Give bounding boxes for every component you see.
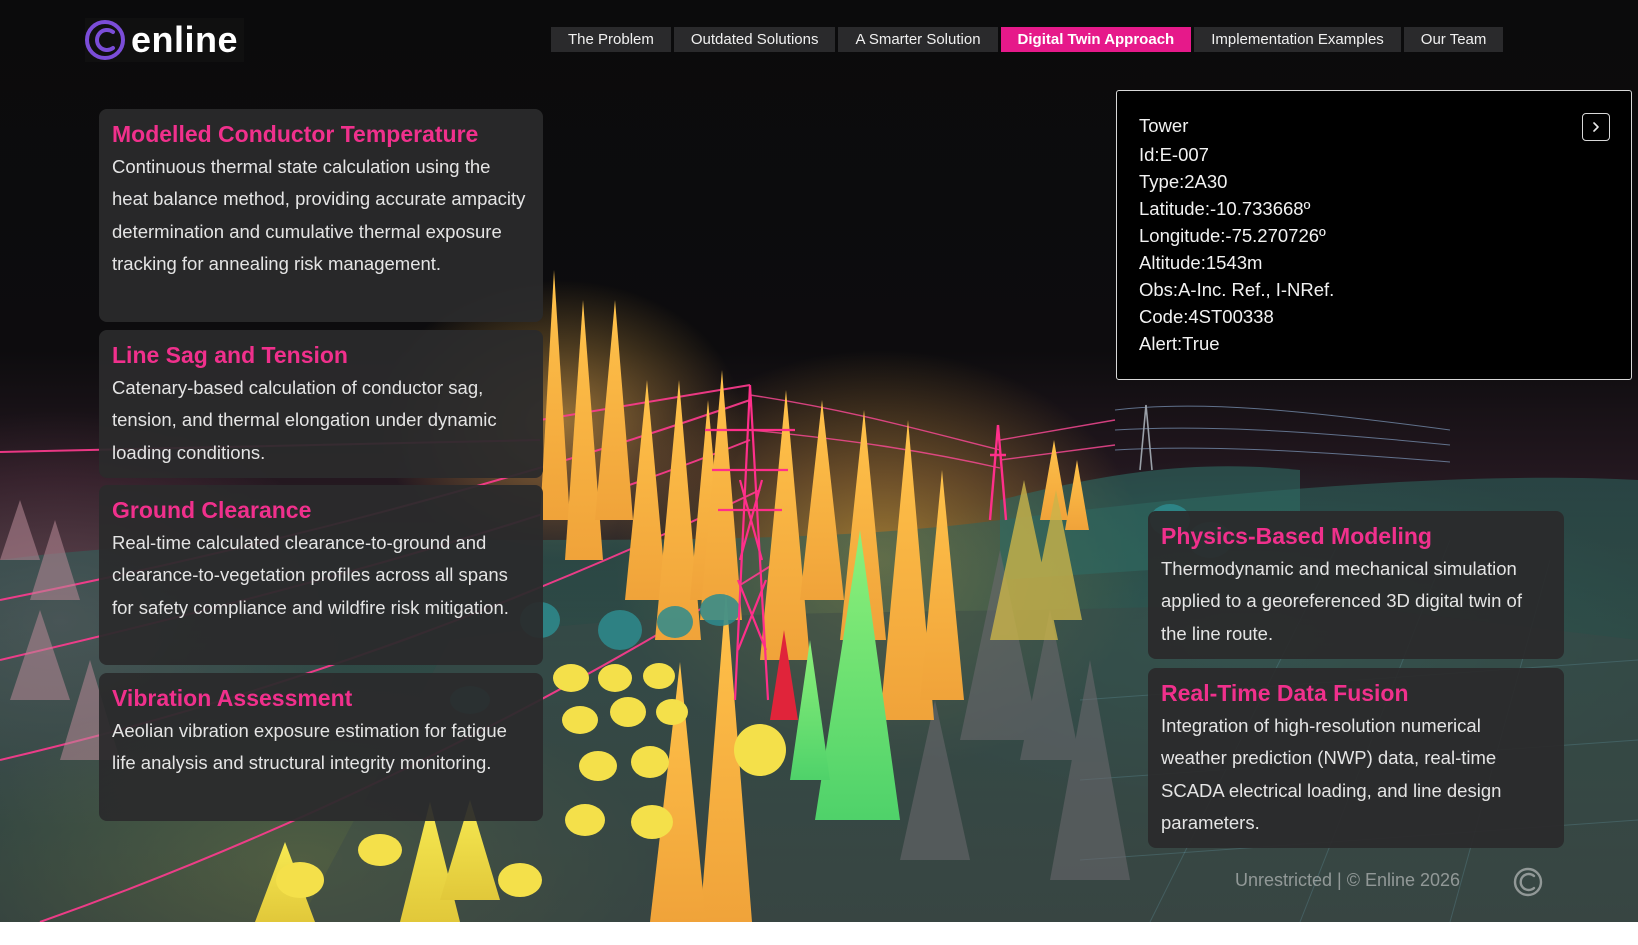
card-ground-clearance: Ground Clearance Real-time calculated cl… bbox=[99, 485, 543, 665]
enline-footer-logo-icon bbox=[1513, 867, 1543, 897]
tower-info-longitude: Longitude:-75.270726º bbox=[1139, 225, 1326, 246]
footer-copyright: Unrestricted | © Enline 2026 bbox=[1235, 870, 1461, 890]
card-title: Ground Clearance bbox=[112, 497, 312, 523]
enline-logo[interactable]: enline bbox=[85, 18, 245, 62]
nav-tab-our-team[interactable]: Our Team bbox=[1403, 27, 1504, 52]
nav-tab-the-problem[interactable]: The Problem bbox=[551, 27, 671, 52]
card-body: Continuous thermal state calculation usi… bbox=[112, 156, 526, 275]
card-title: Line Sag and Tension bbox=[112, 342, 348, 368]
tower-info-latitude: Latitude:-10.733668º bbox=[1139, 198, 1311, 219]
card-body: Catenary-based calculation of conductor … bbox=[112, 377, 497, 463]
tower-info-altitude: Altitude:1543m bbox=[1139, 252, 1263, 273]
tower-info-heading: Tower bbox=[1139, 115, 1189, 136]
card-title: Vibration Assessment bbox=[112, 685, 353, 711]
chevron-right-icon bbox=[1593, 122, 1599, 132]
card-title: Physics-Based Modeling bbox=[1161, 523, 1432, 549]
tower-info-alert: Alert:True bbox=[1139, 333, 1220, 354]
card-modelled-conductor-temperature: Modelled Conductor Temperature Continuou… bbox=[99, 109, 543, 322]
card-real-time-data-fusion: Real-Time Data Fusion Integration of hig… bbox=[1148, 668, 1564, 848]
brand-name: enline bbox=[131, 19, 239, 60]
card-title: Modelled Conductor Temperature bbox=[112, 121, 479, 147]
card-title: Real-Time Data Fusion bbox=[1161, 680, 1409, 706]
nav-tab-implementation-examples[interactable]: Implementation Examples bbox=[1194, 27, 1401, 52]
card-body: Aeolian vibration exposure estimation fo… bbox=[112, 720, 507, 774]
nav-tab-digital-twin-approach[interactable]: Digital Twin Approach bbox=[1000, 27, 1192, 52]
nav-tab-outdated-solutions[interactable]: Outdated Solutions bbox=[673, 27, 836, 52]
tower-info-panel: Tower Id:E-007 Type:2A30 Latitude:-10.73… bbox=[1116, 90, 1632, 380]
card-body: Thermodynamic and mechanical simulation … bbox=[1161, 558, 1522, 644]
tower-info-obs: Obs:A-Inc. Ref., I-NRef. bbox=[1139, 279, 1335, 300]
top-nav: The Problem Outdated Solutions A Smarter… bbox=[551, 27, 1504, 52]
expand-panel-button[interactable] bbox=[1582, 113, 1610, 141]
card-line-sag-and-tension: Line Sag and Tension Catenary-based calc… bbox=[99, 330, 543, 478]
tower-info-type: Type:2A30 bbox=[1139, 171, 1228, 192]
card-vibration-assessment: Vibration Assessment Aeolian vibration e… bbox=[99, 673, 543, 821]
card-physics-based-modeling: Physics-Based Modeling Thermodynamic and… bbox=[1148, 511, 1564, 659]
tower-info-id: Id:E-007 bbox=[1139, 144, 1209, 165]
card-body: Real-time calculated clearance-to-ground… bbox=[112, 532, 509, 618]
card-body: Integration of high-resolution numerical… bbox=[1161, 715, 1502, 834]
tower-info-code: Code:4ST00338 bbox=[1139, 306, 1274, 327]
enline-logo-mark-icon bbox=[85, 20, 125, 60]
nav-tab-a-smarter-solution[interactable]: A Smarter Solution bbox=[838, 27, 998, 52]
